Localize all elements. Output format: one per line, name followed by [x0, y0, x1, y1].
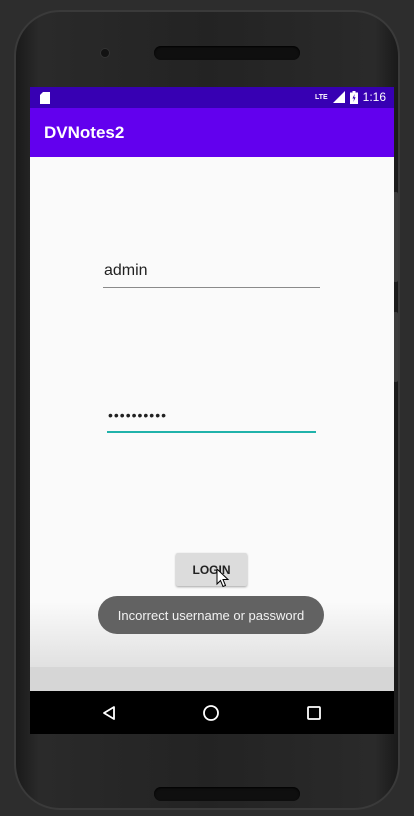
back-icon[interactable] [98, 702, 120, 724]
mouse-cursor-icon [216, 568, 230, 588]
phone-screen: LTE 1:16 DVNotes2 admin •••••••••• LOGIN… [30, 87, 394, 734]
top-speaker-grille [154, 46, 300, 60]
app-bar: DVNotes2 [30, 108, 394, 157]
password-field[interactable]: •••••••••• [107, 407, 316, 433]
front-camera-icon [100, 48, 110, 58]
home-icon[interactable] [200, 702, 222, 724]
toast-backdrop-shade [30, 667, 394, 691]
status-icons: LTE 1:16 [315, 90, 386, 104]
login-button[interactable]: LOGIN [176, 553, 247, 586]
status-bar: LTE 1:16 [30, 87, 394, 108]
app-title: DVNotes2 [44, 123, 125, 142]
sd-card-icon [40, 92, 50, 104]
signal-icon [332, 91, 345, 103]
battery-icon [349, 90, 358, 104]
username-field[interactable]: admin [103, 262, 320, 288]
bottom-speaker-grille [154, 787, 300, 801]
network-type-label: LTE [314, 93, 328, 101]
error-toast: Incorrect username or password [98, 596, 324, 634]
navigation-bar [30, 691, 394, 734]
status-time: 1:16 [362, 90, 386, 104]
recent-apps-icon[interactable] [303, 702, 325, 724]
